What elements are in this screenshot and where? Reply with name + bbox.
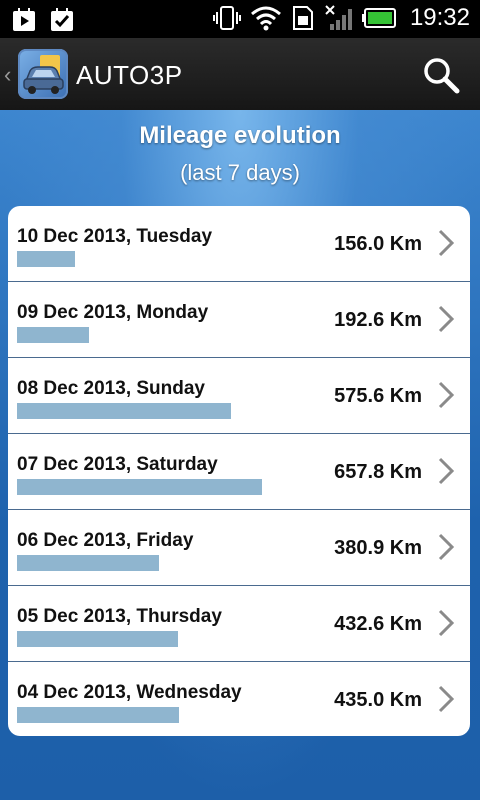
back-chevron-icon[interactable]: ‹ bbox=[4, 62, 11, 88]
row-date: 04 Dec 2013, Wednesday bbox=[17, 682, 242, 703]
chevron-right-icon[interactable] bbox=[436, 608, 456, 638]
list-item[interactable]: 09 Dec 2013, Monday 192.6 Km bbox=[8, 282, 470, 358]
mileage-bar bbox=[17, 707, 179, 723]
mileage-bar bbox=[17, 555, 159, 571]
chevron-right-icon[interactable] bbox=[436, 304, 456, 334]
list-item[interactable]: 05 Dec 2013, Thursday 432.6 Km bbox=[8, 586, 470, 662]
row-mileage: 380.9 Km bbox=[334, 537, 422, 559]
list-item[interactable]: 06 Dec 2013, Friday 380.9 Km bbox=[8, 510, 470, 586]
list-item[interactable]: 07 Dec 2013, Saturday 657.8 Km bbox=[8, 434, 470, 510]
signal-icon bbox=[325, 5, 352, 30]
mileage-bar bbox=[17, 479, 262, 495]
row-mileage: 657.8 Km bbox=[334, 461, 422, 483]
row-mileage: 432.6 Km bbox=[334, 613, 422, 635]
action-bar: ‹ AUTO3P bbox=[0, 38, 480, 112]
sim-card-icon bbox=[292, 6, 313, 30]
chevron-right-icon[interactable] bbox=[436, 380, 456, 410]
row-date: 06 Dec 2013, Friday bbox=[17, 530, 194, 551]
list-item[interactable]: 10 Dec 2013, Tuesday 156.0 Km bbox=[8, 206, 470, 282]
row-date: 09 Dec 2013, Monday bbox=[17, 302, 209, 323]
wifi-icon bbox=[250, 6, 281, 31]
status-bar: 19:32 bbox=[0, 0, 480, 38]
mileage-bar bbox=[17, 403, 231, 419]
play-store-icon bbox=[13, 8, 35, 31]
row-mileage: 192.6 Km bbox=[334, 309, 422, 331]
search-icon[interactable] bbox=[422, 56, 460, 94]
mileage-list: 10 Dec 2013, Tuesday 156.0 Km 09 Dec 201… bbox=[8, 206, 470, 736]
list-item[interactable]: 08 Dec 2013, Sunday 575.6 Km bbox=[8, 358, 470, 434]
checklist-icon bbox=[51, 8, 73, 31]
mileage-bar bbox=[17, 631, 178, 647]
chevron-right-icon[interactable] bbox=[436, 532, 456, 562]
battery-icon bbox=[361, 8, 396, 28]
row-date: 10 Dec 2013, Tuesday bbox=[17, 226, 213, 247]
row-mileage: 156.0 Km bbox=[334, 233, 422, 255]
list-item[interactable]: 04 Dec 2013, Wednesday 435.0 Km bbox=[8, 662, 470, 736]
row-mileage: 575.6 Km bbox=[334, 385, 422, 407]
page-subtitle: (last 7 days) bbox=[180, 160, 300, 185]
status-clock: 19:32 bbox=[409, 4, 470, 31]
chevron-right-icon[interactable] bbox=[436, 456, 456, 486]
mileage-bar bbox=[17, 251, 75, 267]
chevron-right-icon[interactable] bbox=[436, 684, 456, 714]
chevron-right-icon[interactable] bbox=[436, 228, 456, 258]
row-date: 08 Dec 2013, Sunday bbox=[17, 378, 205, 399]
row-date: 07 Dec 2013, Saturday bbox=[17, 454, 218, 475]
content-area: Mileage evolution (last 7 days) 10 Dec 2… bbox=[0, 110, 480, 800]
page-title: Mileage evolution bbox=[139, 122, 341, 149]
mileage-bar bbox=[17, 327, 89, 343]
row-date: 05 Dec 2013, Thursday bbox=[17, 606, 222, 627]
row-mileage: 435.0 Km bbox=[334, 689, 422, 711]
vibrate-icon bbox=[212, 6, 241, 30]
app-logo-icon[interactable] bbox=[18, 49, 68, 99]
app-title: AUTO3P bbox=[76, 60, 183, 90]
